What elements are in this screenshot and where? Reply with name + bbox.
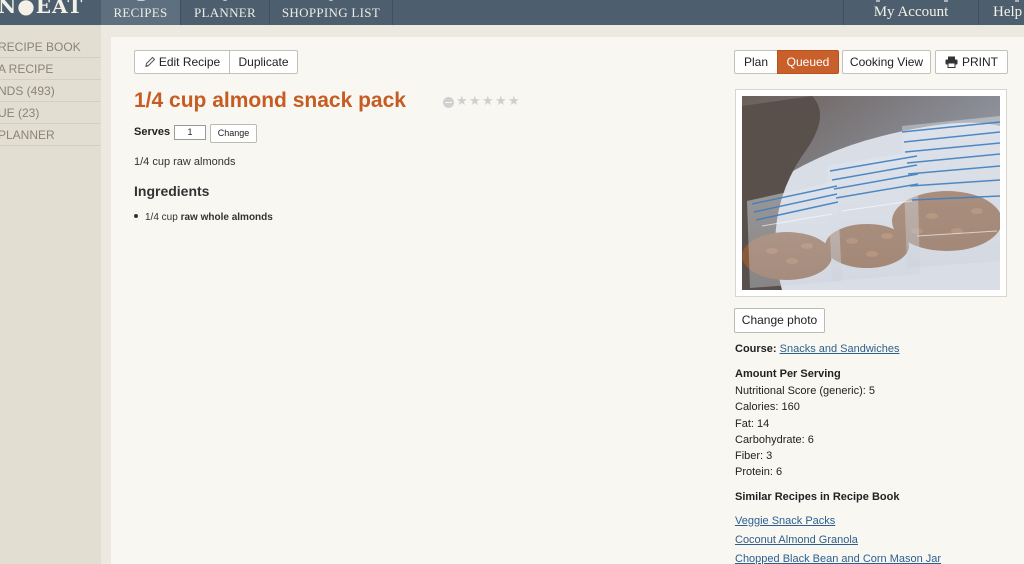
account-icon-fragment <box>944 0 948 2</box>
change-serves-button[interactable]: Change <box>210 124 257 143</box>
sidebar-item-label: A RECIPE <box>0 62 54 76</box>
sidebar-item-label: UE (23) <box>0 106 40 120</box>
cooking-view-label: Cooking View <box>849 55 924 69</box>
tab-planner-label: PLANNER <box>193 5 257 20</box>
similar-recipe-link[interactable]: Coconut Almond Granola <box>735 534 858 546</box>
sidebar-item-queue[interactable]: UE (23) <box>0 102 101 124</box>
planner-icon <box>222 0 228 1</box>
change-photo-button[interactable]: Change photo <box>734 308 825 333</box>
similar-recipe-link[interactable]: Veggie Snack Packs <box>735 515 835 527</box>
pencil-icon <box>145 56 156 67</box>
recipe-photo-frame <box>735 89 1007 297</box>
star-icon[interactable]: ★ <box>508 95 520 108</box>
sidebar-item-friends[interactable]: NDS (493) <box>0 80 101 102</box>
tab-recipes-label: RECIPES <box>113 5 168 20</box>
recipe-description: 1/4 cup raw almonds <box>134 156 236 168</box>
star-icon[interactable]: ★ <box>456 95 468 108</box>
edit-recipe-button[interactable]: Edit Recipe <box>134 50 230 74</box>
tab-shopping-list[interactable]: SHOPPING LIST <box>270 0 393 25</box>
sidebar-item-planner[interactable]: PLANNER <box>0 124 101 146</box>
tab-shopping-list-label: SHOPPING LIST <box>281 5 381 20</box>
nutrition-row: Protein: 6 <box>735 466 783 478</box>
tab-recipes[interactable]: RECIPES <box>101 0 181 25</box>
ingredient-item: 1/4 cup raw whole almonds <box>134 212 273 223</box>
nutrition-row: Carbohydrate: 6 <box>735 434 814 446</box>
sidebar: RECIPE BOOK A RECIPE NDS (493) UE (23) P… <box>0 25 101 564</box>
serves-label: Serves <box>134 126 171 138</box>
recipe-photo <box>742 96 1000 290</box>
sidebar-item-add-recipe[interactable]: A RECIPE <box>0 58 101 80</box>
nutrition-row: Fat: 14 <box>735 418 770 430</box>
queued-button[interactable]: Queued <box>777 50 839 74</box>
queued-label: Queued <box>786 55 830 69</box>
help-link[interactable]: Help <box>993 0 1022 24</box>
star-rating[interactable]: ★ ★ ★ ★ ★ <box>443 95 521 109</box>
serves-input[interactable]: 1 <box>174 125 206 140</box>
star-icon[interactable]: ★ <box>469 95 481 108</box>
star-icon[interactable]: ★ <box>495 95 507 108</box>
plan-button[interactable]: Plan <box>734 50 778 74</box>
help-icon-fragment <box>1015 0 1019 2</box>
ingredient-amount: 1/4 cup <box>145 212 178 223</box>
duplicate-label: Duplicate <box>238 55 289 69</box>
plan-label: Plan <box>743 55 769 69</box>
help-label: Help <box>993 4 1023 20</box>
bullet-icon <box>134 214 138 218</box>
almond-bags-photo <box>742 96 1000 290</box>
similar-recipe-link[interactable]: Chopped Black Bean and Corn Mason Jar <box>735 553 941 564</box>
ingredient-name: raw whole almonds <box>180 212 273 223</box>
printer-icon <box>945 56 958 68</box>
account-icon-fragment <box>876 0 880 2</box>
recipes-icon <box>135 0 146 1</box>
sidebar-item-label: NDS (493) <box>0 84 55 98</box>
my-account-link[interactable]: My Account <box>843 0 979 25</box>
ingredients-heading: Ingredients <box>134 183 210 199</box>
my-account-label: My Account <box>873 4 949 20</box>
sidebar-item-label: PLANNER <box>0 128 55 142</box>
tab-planner[interactable]: PLANNER <box>181 0 270 25</box>
course-link[interactable]: Snacks and Sandwiches <box>780 343 900 355</box>
print-button[interactable]: PRINT <box>935 50 1008 74</box>
course-label: Course: <box>735 343 777 355</box>
sidebar-item-label: RECIPE BOOK <box>0 40 81 54</box>
star-icon[interactable]: ★ <box>482 95 494 108</box>
app-logo[interactable]: N●EAT <box>0 0 83 18</box>
recipe-title: 1/4 cup almond snack pack <box>134 89 406 112</box>
clear-rating-icon[interactable] <box>443 96 454 108</box>
course-row: Course: Snacks and Sandwiches <box>735 343 899 355</box>
cooking-view-button[interactable]: Cooking View <box>842 50 931 74</box>
shopping-list-icon <box>328 0 334 1</box>
print-label: PRINT <box>962 55 998 69</box>
nutrition-row: Nutritional Score (generic): 5 <box>735 385 876 397</box>
nutrition-row: Fiber: 3 <box>735 450 773 462</box>
top-nav-bar: N●EAT RECIPES PLANNER SHOPPING LIST My A… <box>0 0 1024 25</box>
nutrition-heading: Amount Per Serving <box>735 368 841 380</box>
edit-recipe-label: Edit Recipe <box>158 55 221 69</box>
nutrition-row: Calories: 160 <box>735 401 800 413</box>
duplicate-button[interactable]: Duplicate <box>229 50 298 74</box>
similar-recipes-heading: Similar Recipes in Recipe Book <box>735 491 900 503</box>
sidebar-item-recipe-book[interactable]: RECIPE BOOK <box>0 36 101 58</box>
